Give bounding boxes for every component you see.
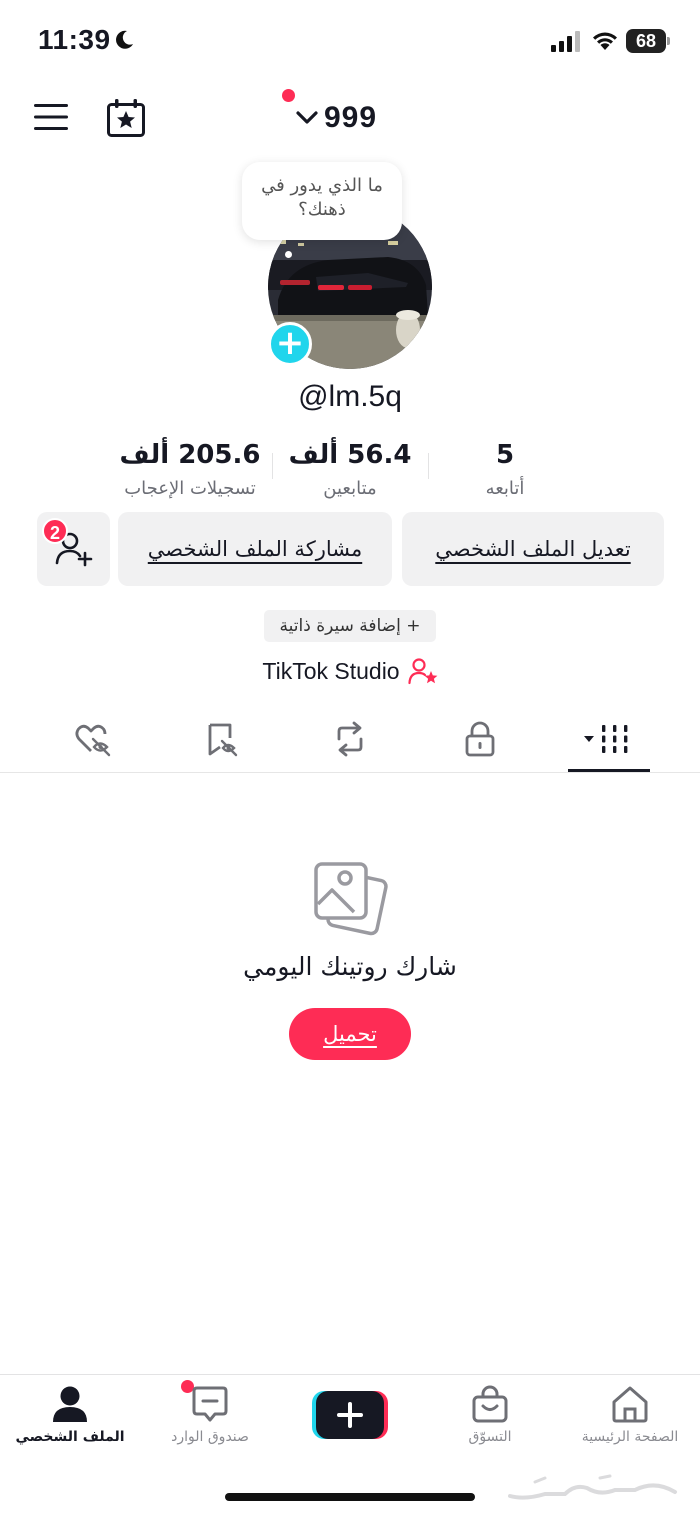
home-icon	[612, 1386, 648, 1423]
calendar-star-icon[interactable]	[106, 98, 146, 138]
battery-tip	[667, 37, 670, 45]
shopping-bag-icon	[472, 1385, 508, 1423]
creator-star-icon	[407, 658, 437, 685]
add-bio-button[interactable]: + إضافة سيرة ذاتية	[264, 610, 436, 642]
edit-profile-button[interactable]: تعديل الملف الشخصي	[402, 512, 664, 586]
nav-inbox-label: صندوق الوارد	[171, 1429, 249, 1445]
account-switcher[interactable]: 999	[296, 98, 377, 138]
menu-icon[interactable]	[34, 102, 68, 132]
stat-followers[interactable]: 56.4 ألف متابعين	[285, 440, 415, 499]
status-time: 11:39	[38, 24, 111, 55]
nav-shop-label: التسوّق	[468, 1429, 512, 1445]
stat-divider	[272, 453, 273, 479]
following-count: 5	[495, 440, 515, 470]
chevron-down-icon	[296, 111, 318, 124]
battery-level: 68	[626, 29, 666, 53]
tab-private[interactable]	[450, 716, 510, 762]
share-profile-button[interactable]: مشاركة الملف الشخصي	[118, 512, 392, 586]
battery-indicator: 68	[626, 29, 670, 53]
nav-inbox[interactable]: صندوق الوارد	[150, 1385, 270, 1445]
username: @lm.5q	[298, 380, 402, 413]
stat-likes[interactable]: 205.6 ألف تسجيلات الإعجاب	[110, 440, 270, 499]
empty-state-title: شارك روتينك اليومي	[243, 952, 457, 981]
repost-icon	[337, 721, 363, 757]
moon-icon	[116, 30, 133, 49]
stat-following[interactable]: 5 أتابعه	[440, 440, 570, 499]
lock-icon	[465, 721, 495, 757]
nav-profile[interactable]: الملف الشخصي	[10, 1385, 130, 1445]
profile-icon	[53, 1386, 87, 1422]
watermark-logo	[508, 1474, 677, 1500]
tab-favorites[interactable]	[192, 716, 252, 762]
nav-home[interactable]: الصفحة الرئيسية	[570, 1385, 690, 1445]
bubble-tail	[285, 251, 292, 258]
upload-label: تحميل	[323, 1022, 377, 1046]
following-label: أتابعه	[485, 478, 525, 499]
cellular-signal-icon	[551, 31, 580, 52]
friend-requests-badge: 2	[42, 518, 68, 544]
status-bar: 11:39 68	[0, 0, 700, 84]
tabs-divider	[0, 772, 700, 773]
add-avatar-button[interactable]: +	[268, 322, 312, 366]
wifi-icon	[593, 32, 617, 50]
inbox-icon	[192, 1386, 228, 1422]
share-profile-label: مشاركة الملف الشخصي	[147, 537, 363, 561]
account-name: 999	[324, 101, 378, 134]
status-bubble[interactable]: ما الذي يدور في ذهنك؟	[242, 162, 402, 240]
nav-profile-label: الملف الشخصي	[15, 1429, 125, 1445]
followers-count: 56.4 ألف	[288, 440, 412, 470]
tab-videos[interactable]	[578, 716, 638, 762]
tiktok-studio-link[interactable]: TikTok Studio	[0, 656, 700, 686]
account-notification-dot	[282, 89, 295, 102]
upload-button[interactable]: تحميل	[289, 1008, 411, 1060]
tab-reposts[interactable]	[320, 716, 380, 762]
grid-icon	[584, 725, 628, 753]
likes-label: تسجيلات الإعجاب	[124, 478, 256, 499]
stat-divider	[428, 453, 429, 479]
home-indicator[interactable]	[225, 1493, 475, 1501]
nav-home-label: الصفحة الرئيسية	[581, 1429, 679, 1445]
create-post-button[interactable]	[312, 1391, 388, 1439]
photos-icon	[314, 862, 388, 936]
likes-count: 205.6 ألف	[119, 440, 261, 470]
favorites-hidden-icon	[208, 723, 238, 757]
followers-label: متابعين	[323, 478, 377, 499]
tab-liked[interactable]	[63, 716, 123, 762]
nav-shop[interactable]: التسوّق	[430, 1385, 550, 1445]
liked-hidden-icon	[75, 724, 111, 757]
edit-profile-label: تعديل الملف الشخصي	[435, 537, 631, 561]
studio-label: TikTok Studio	[262, 657, 400, 684]
